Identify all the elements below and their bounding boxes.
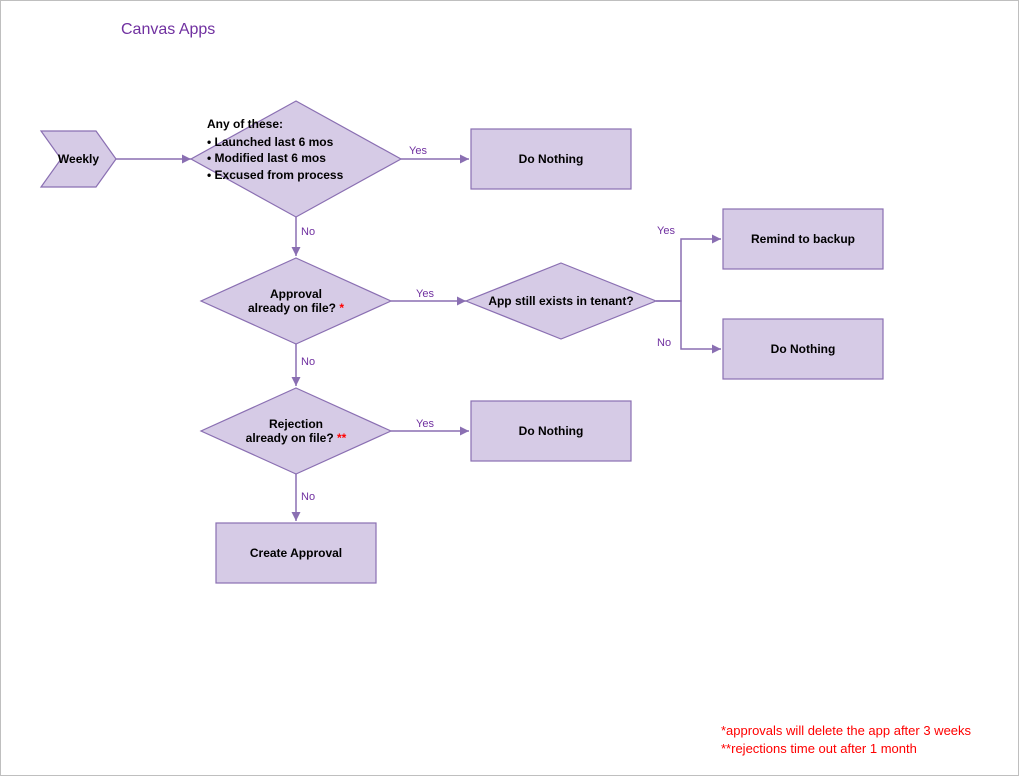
approval-onfile-label: Approvalalready on file? * [248,287,344,315]
node-do-nothing-3: Do Nothing [471,401,631,461]
cond1-header: Any of these: [207,116,391,132]
app-exists-label: App still exists in tenant? [488,294,633,308]
edge-label-no-1: No [301,226,325,238]
cond1-bullet-2: Modified last 6 mos [207,150,391,166]
edge-label-no-2: No [657,337,681,349]
cond1-bullet-3: Excused from process [207,167,391,183]
rejection-onfile-label: Rejectionalready on file? ** [246,417,347,445]
flowchart-svg: Weekly Any of these: Launched last 6 mos… [1,1,1019,777]
node-rejection-onfile: Rejectionalready on file? ** [201,388,391,474]
edge-label-yes-2: Yes [416,288,446,300]
node-weekly: Weekly [41,131,116,187]
cond1-bullet-1: Launched last 6 mos [207,134,391,150]
edge-label-yes-1: Yes [409,145,439,157]
edge-appexists-yes [656,239,721,301]
do-nothing-3-label: Do Nothing [519,424,584,438]
node-approval-onfile: Approvalalready on file? * [201,258,391,344]
node-cond-recent: Any of these: Launched last 6 mos Modifi… [191,101,401,217]
node-remind-backup: Remind to backup [723,209,883,269]
weekly-label: Weekly [58,152,99,166]
do-nothing-1-label: Do Nothing [519,152,584,166]
diagram-frame: Canvas Apps Weekly Any of these: Launche… [0,0,1019,776]
edge-label-no-3: No [301,356,325,368]
node-app-exists: App still exists in tenant? [466,263,656,339]
edge-label-yes-3: Yes [657,225,683,237]
do-nothing-2-label: Do Nothing [771,342,836,356]
footnote-1: *approvals will delete the app after 3 w… [721,723,971,738]
node-do-nothing-1: Do Nothing [471,129,631,189]
diagram-title: Canvas Apps [121,21,215,39]
footnote-2: **rejections time out after 1 month [721,741,917,756]
edge-label-no-4: No [301,491,325,503]
asterisk-one: * [339,301,344,315]
node-create-approval: Create Approval [216,523,376,583]
node-do-nothing-2: Do Nothing [723,319,883,379]
create-approval-label: Create Approval [250,546,342,560]
edge-label-yes-4: Yes [416,418,446,430]
remind-backup-label: Remind to backup [751,232,855,246]
asterisk-two: ** [337,431,346,445]
